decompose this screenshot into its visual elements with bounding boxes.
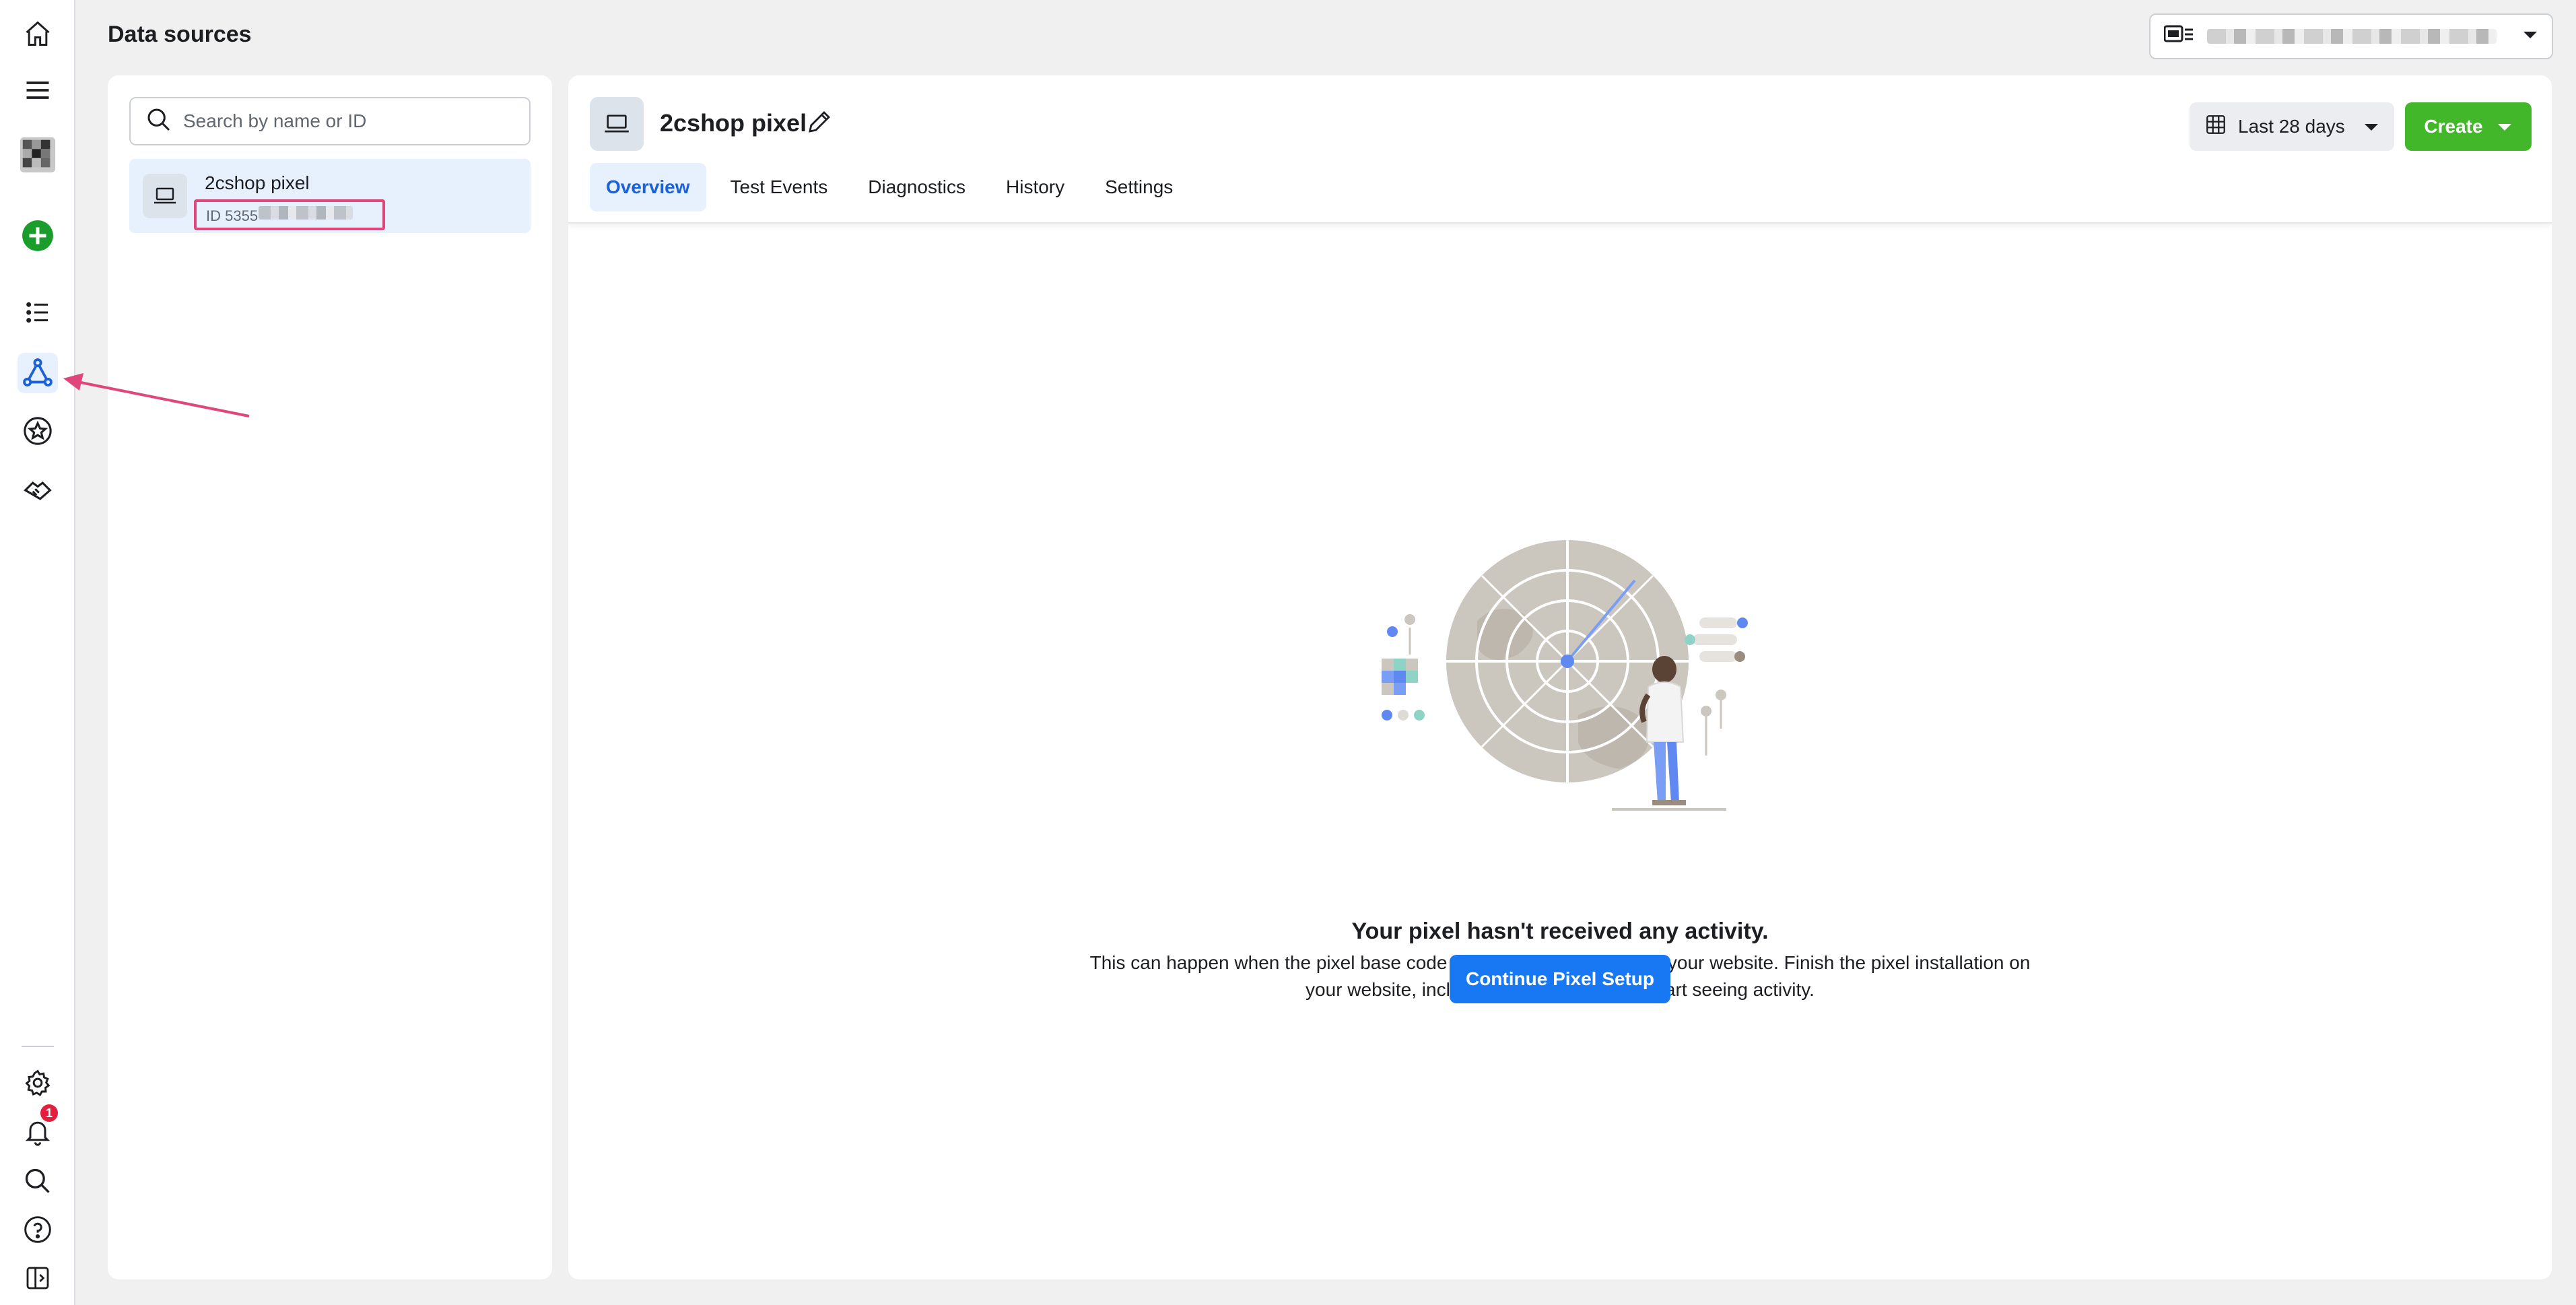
pixel-tabs: Overview Test Events Diagnostics History…	[590, 163, 1197, 211]
home-icon[interactable]	[18, 13, 58, 54]
data-source-name: 2cshop pixel	[205, 172, 310, 193]
page-title: Data sources	[108, 22, 252, 47]
tab-test-events[interactable]: Test Events	[714, 163, 844, 211]
search-icon	[145, 106, 172, 137]
id-redacted	[259, 206, 353, 220]
tab-overview[interactable]: Overview	[590, 163, 706, 211]
data-source-id: ID 5355	[206, 207, 259, 224]
laptop-icon	[143, 174, 187, 218]
search-input[interactable]	[183, 110, 514, 132]
account-name-redacted	[2207, 29, 2497, 44]
menu-icon[interactable]	[18, 70, 58, 110]
notifications-bell-icon[interactable]: 1	[18, 1104, 58, 1151]
annotation-arrow	[63, 373, 250, 417]
star-icon[interactable]	[18, 411, 58, 451]
create-button-label: Create	[2424, 116, 2483, 137]
pixel-header: 2cshop pixel Overview Test Events Diagno…	[568, 75, 2552, 224]
handshake-icon[interactable]	[18, 470, 58, 510]
list-icon[interactable]	[18, 292, 58, 333]
tab-settings[interactable]: Settings	[1089, 163, 1189, 211]
notification-count-badge: 1	[40, 1104, 58, 1122]
search-icon[interactable]	[18, 1161, 58, 1201]
data-sources-panel: 2cshop pixel ID 5355	[108, 75, 552, 1279]
left-nav-rail: 1	[0, 0, 75, 1305]
ad-account-selector[interactable]	[2149, 13, 2553, 59]
create-plus-icon[interactable]	[18, 215, 58, 256]
pixel-name: 2cshop pixel	[660, 109, 807, 137]
tab-history[interactable]: History	[990, 163, 1081, 211]
chevron-down-icon	[2522, 30, 2538, 44]
panel-toggle-icon[interactable]	[18, 1258, 58, 1298]
laptop-icon	[590, 97, 644, 151]
tab-diagnostics[interactable]: Diagnostics	[852, 163, 982, 211]
account-avatar[interactable]	[18, 135, 58, 175]
events-manager-icon[interactable]	[18, 353, 58, 393]
continue-pixel-setup-button[interactable]: Continue Pixel Setup	[1450, 955, 1670, 1003]
chevron-down-icon	[2497, 116, 2513, 137]
help-icon[interactable]	[18, 1209, 58, 1250]
account-card-icon	[2163, 24, 2194, 49]
create-button[interactable]: Create	[2405, 102, 2532, 151]
empty-state-title: Your pixel hasn't received any activity.	[1351, 918, 1769, 944]
pixel-detail-panel: 2cshop pixel Overview Test Events Diagno…	[568, 75, 2552, 1279]
date-range-label: Last 28 days	[2238, 116, 2345, 137]
gear-icon[interactable]	[18, 1063, 58, 1103]
data-source-item[interactable]: 2cshop pixel ID 5355	[129, 159, 531, 233]
calendar-table-icon	[2204, 113, 2227, 141]
highlighted-id-box: ID 5355	[194, 199, 385, 230]
pencil-edit-icon[interactable]	[805, 108, 834, 139]
search-box[interactable]	[129, 97, 531, 145]
rail-divider	[22, 1046, 54, 1047]
chevron-down-icon	[2363, 116, 2379, 137]
radar-illustration	[1382, 540, 1748, 811]
date-range-button[interactable]: Last 28 days	[2190, 102, 2394, 151]
